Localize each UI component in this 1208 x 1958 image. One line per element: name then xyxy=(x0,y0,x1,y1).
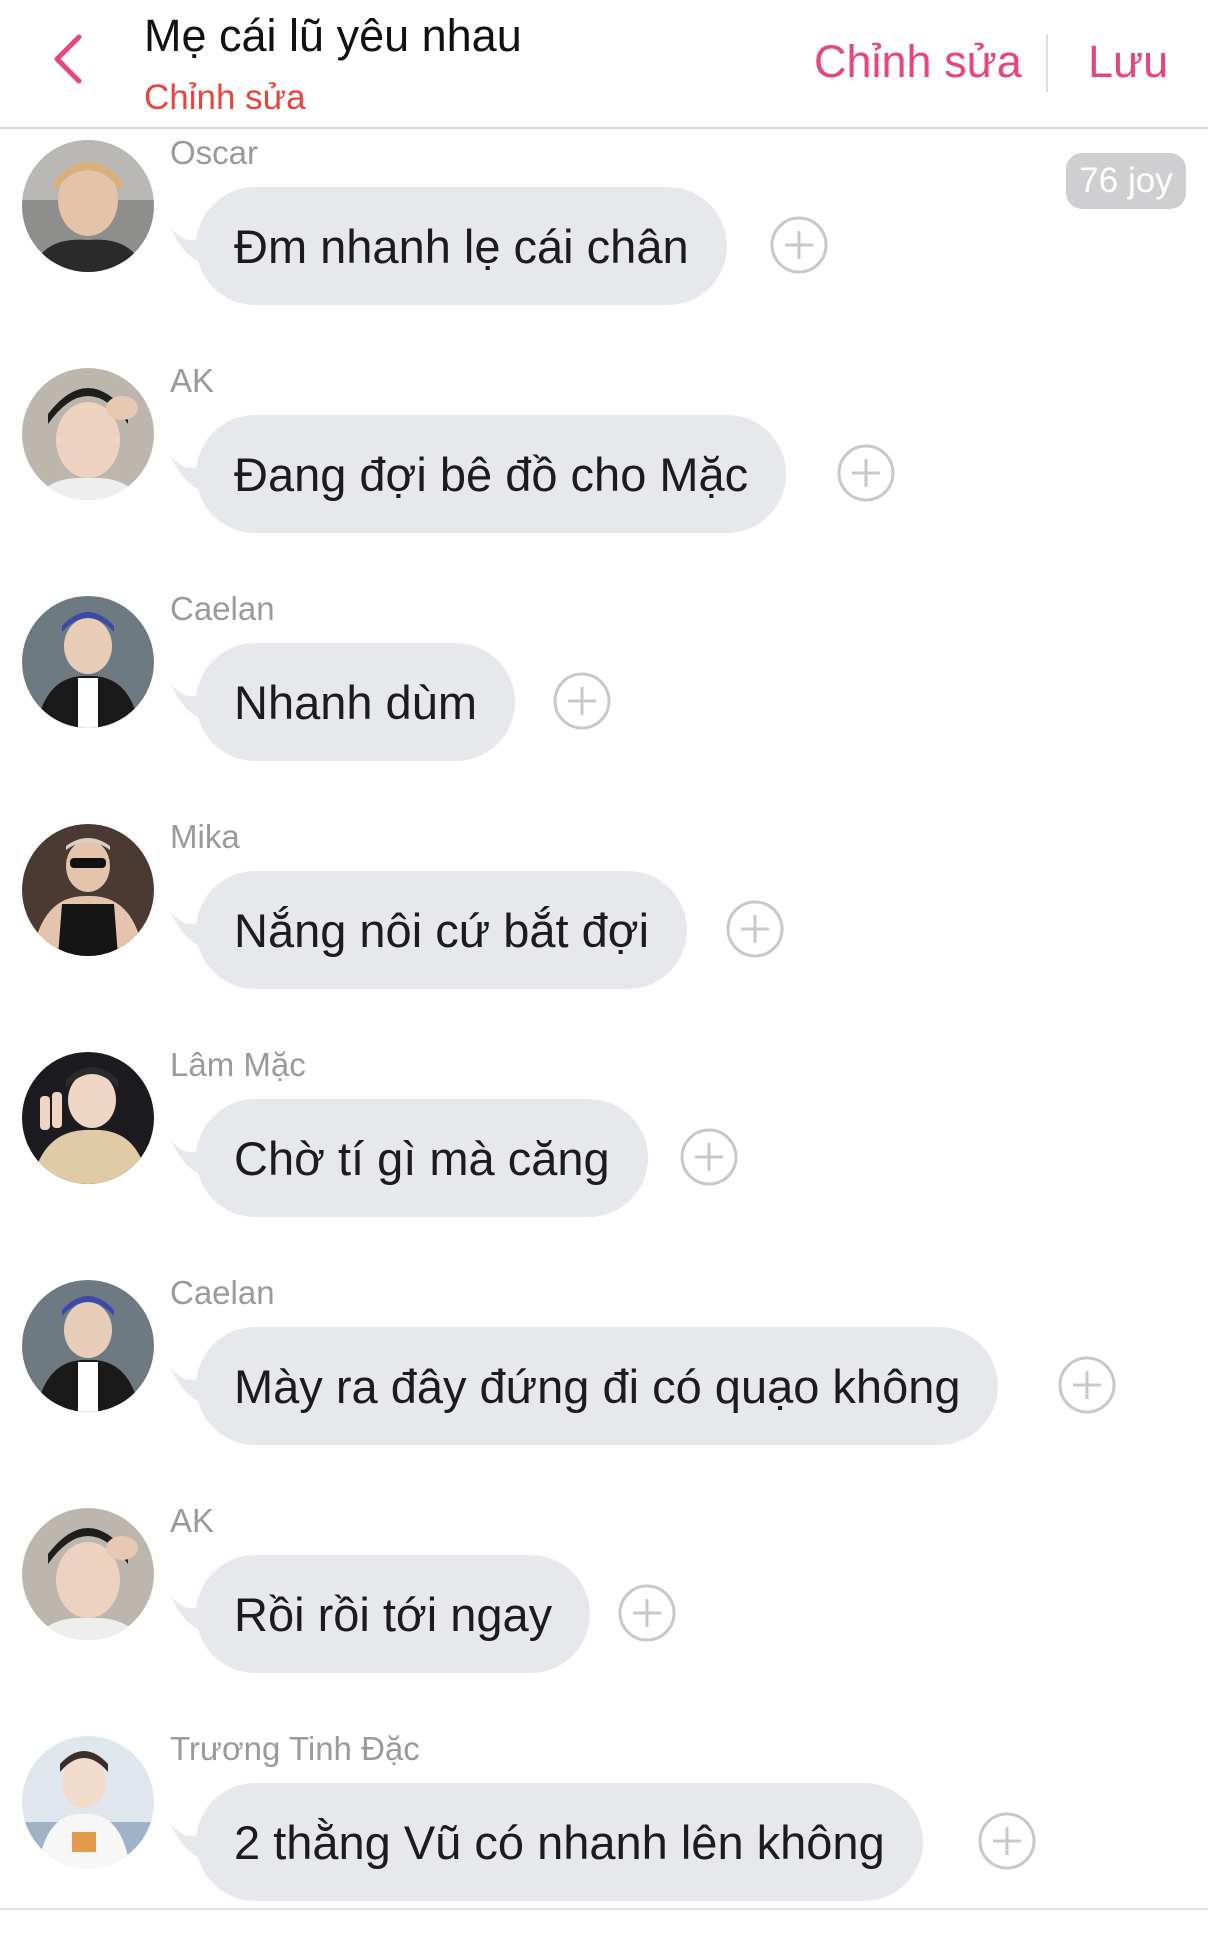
chevron-left-icon xyxy=(51,33,85,90)
sender-name: Mika xyxy=(170,818,240,855)
message-bubble[interactable]: Mày ra đây đứng đi có quạo không xyxy=(196,1327,999,1445)
message-bubble[interactable]: Đm nhanh lẹ cái chân xyxy=(196,187,727,305)
message-row: Mika Nắng nôi cứ bắt đợi xyxy=(0,818,1208,1046)
add-reaction-icon[interactable] xyxy=(553,672,611,730)
avatar[interactable] xyxy=(22,140,154,272)
chat-title: Mẹ cái lũ yêu nhau xyxy=(144,10,522,61)
message-bubble[interactable]: 2 thằng Vũ có nhanh lên không xyxy=(196,1783,923,1901)
message-text: Chờ tí gì mà căng xyxy=(234,1131,610,1185)
message-text: Mày ra đây đứng đi có quạo không xyxy=(234,1359,961,1413)
add-reaction-icon[interactable] xyxy=(770,216,828,274)
sender-name: Lâm Mặc xyxy=(170,1046,306,1083)
avatar[interactable] xyxy=(22,1736,154,1868)
chat-subtitle[interactable]: Chỉnh sửa xyxy=(144,78,306,118)
sender-name: Oscar xyxy=(170,134,259,171)
header-divider xyxy=(1046,34,1048,92)
message-text: Đm nhanh lẹ cái chân xyxy=(234,219,689,273)
chat-header: Mẹ cái lũ yêu nhau Chỉnh sửa Chỉnh sửa L… xyxy=(0,0,1208,129)
message-text: Đang đợi bê đồ cho Mặc xyxy=(234,447,749,501)
avatar[interactable] xyxy=(22,368,154,500)
add-reaction-icon[interactable] xyxy=(726,900,784,958)
message-bubble[interactable]: Rồi rồi tới ngay xyxy=(196,1555,591,1673)
sender-name: AK xyxy=(170,362,215,399)
message-bubble[interactable]: Chờ tí gì mà căng xyxy=(196,1099,648,1217)
message-row: Trương Tinh Đặc 2 thằng Vũ có nhanh lên … xyxy=(0,1730,1208,1958)
back-button[interactable] xyxy=(38,26,98,96)
avatar[interactable] xyxy=(22,596,154,728)
save-button[interactable]: Lưu xyxy=(1088,36,1168,88)
avatar[interactable] xyxy=(22,824,154,956)
sender-name: Trương Tinh Đặc xyxy=(170,1730,420,1767)
message-row: Caelan Mày ra đây đứng đi có quạo không xyxy=(0,1274,1208,1502)
message-row: Oscar Đm nhanh lẹ cái chân xyxy=(0,134,1208,362)
avatar[interactable] xyxy=(22,1508,154,1640)
edit-button[interactable]: Chỉnh sửa xyxy=(814,36,1022,88)
avatar[interactable] xyxy=(22,1052,154,1184)
message-text: Nắng nôi cứ bắt đợi xyxy=(234,903,650,957)
message-text: Nhanh dùm xyxy=(234,675,477,729)
message-bubble[interactable]: Nhanh dùm xyxy=(196,643,515,761)
sender-name: Caelan xyxy=(170,590,275,627)
add-reaction-icon[interactable] xyxy=(618,1584,676,1642)
message-row: Lâm Mặc Chờ tí gì mà căng xyxy=(0,1046,1208,1274)
message-text: 2 thằng Vũ có nhanh lên không xyxy=(234,1815,885,1869)
message-bubble[interactable]: Nắng nôi cứ bắt đợi xyxy=(196,871,688,989)
message-row: Caelan Nhanh dùm xyxy=(0,590,1208,818)
message-row: AK Rồi rồi tới ngay xyxy=(0,1502,1208,1730)
message-row: AK Đang đợi bê đồ cho Mặc xyxy=(0,362,1208,590)
avatar[interactable] xyxy=(22,1280,154,1412)
add-reaction-icon[interactable] xyxy=(978,1812,1036,1870)
add-reaction-icon[interactable] xyxy=(837,444,895,502)
message-text: Rồi rồi tới ngay xyxy=(234,1587,553,1641)
sender-name: AK xyxy=(170,1502,215,1539)
sender-name: Caelan xyxy=(170,1274,275,1311)
message-bubble[interactable]: Đang đợi bê đồ cho Mặc xyxy=(196,415,787,533)
add-reaction-icon[interactable] xyxy=(1058,1356,1116,1414)
add-reaction-icon[interactable] xyxy=(680,1128,738,1186)
